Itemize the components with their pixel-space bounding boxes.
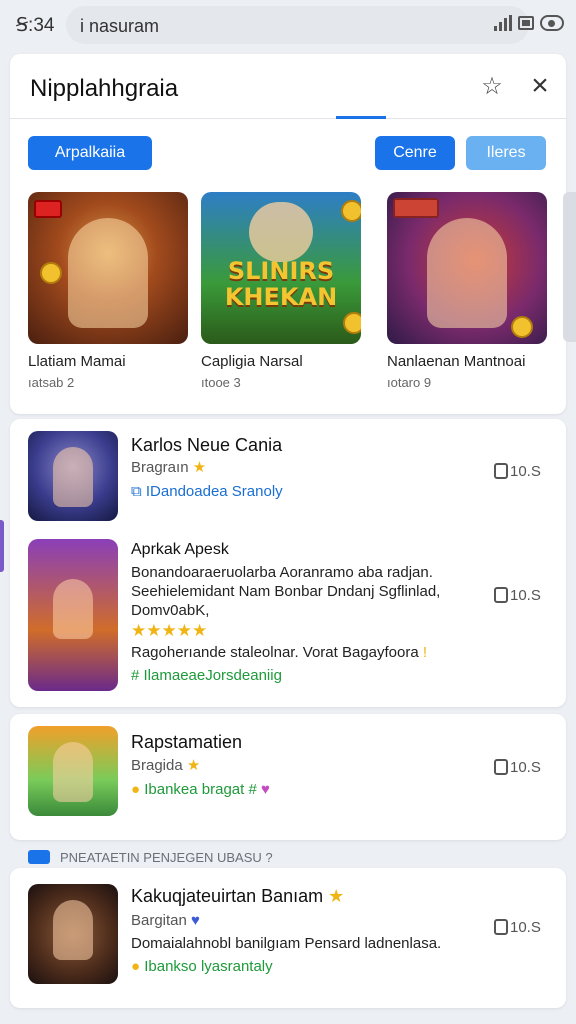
featured-meta: ıtooe 3 <box>201 375 241 390</box>
app-size: 10.S <box>494 587 541 604</box>
close-icon[interactable]: × <box>526 71 554 101</box>
app-description: Bonandoaraeruolarba Aoranramo aba radjan… <box>131 564 441 619</box>
app-tag: ● Ibankea bragat # ♥ <box>131 781 270 798</box>
filter-button-2[interactable]: Cenre <box>375 136 455 170</box>
featured-card-1[interactable]: Llatiam Mamai ıatsab 2 <box>28 192 188 390</box>
toggle-icon <box>540 15 564 31</box>
featured-thumbnail <box>387 192 547 344</box>
star-icon: ★ <box>192 459 207 476</box>
list-card: Kakuqjateuirtan Banıam ★ Bargitan ♥ Doma… <box>10 868 566 1008</box>
app-size: 10.S <box>494 759 541 776</box>
star-icon: ★ <box>186 757 201 774</box>
app-icon <box>28 884 118 984</box>
app-name: Karlos Neue Cania <box>131 435 283 455</box>
featured-title: Nanlaenan Mantnoai <box>387 353 526 370</box>
tab-indicator <box>336 116 386 119</box>
status-bar: Ꞩ:34 i nasuram <box>0 0 576 50</box>
section-label: PNEATAETIN PENJEGEN UBASU ? <box>28 850 273 865</box>
download-icon <box>494 759 508 775</box>
link-icon: ⧉ <box>131 483 142 500</box>
side-handle[interactable] <box>0 520 4 572</box>
url-text: i nasuram <box>80 16 160 36</box>
star-icon: ★ <box>328 886 345 906</box>
filter-button-3[interactable]: Ileres <box>466 136 546 170</box>
status-time: Ꞩ:34 <box>16 15 55 36</box>
featured-card-3[interactable]: Nanlaenan Mantnoai ıotaro 9 <box>387 192 547 390</box>
featured-logo-text: SLINIRS KHEKAN <box>224 257 338 311</box>
url-bar[interactable]: i nasuram <box>66 6 529 44</box>
app-name: Kakuqjateuirtan Banıam ★ <box>131 886 345 906</box>
app-tag: ● Ibankso lyasrantaly <box>131 958 273 975</box>
app-note: Ragoherıande staleolnar. Vorat Bagayfoor… <box>131 644 428 661</box>
featured-title: Capligia Narsal <box>201 353 303 370</box>
app-category: Bragida ★ <box>131 757 201 774</box>
app-icon <box>28 431 118 521</box>
app-category: Bragraın ★ <box>131 459 207 476</box>
app-tag: # IlamaeaeJorsdeaniig <box>131 667 282 684</box>
page-title: Nipplahhgraia <box>30 75 179 102</box>
featured-meta: ıotaro 9 <box>387 375 432 390</box>
rating-stars: ★★★★★ <box>131 621 208 640</box>
badge-icon: ● <box>131 958 141 975</box>
app-name: Aprkak Apesk <box>131 541 229 558</box>
app-size: 10.S <box>494 919 541 936</box>
app-icon <box>28 539 118 691</box>
featured-thumbnail: SLINIRS KHEKAN <box>201 192 361 344</box>
featured-title: Llatiam Mamai <box>28 353 126 370</box>
section-icon <box>28 850 50 864</box>
download-icon <box>494 919 508 935</box>
list-card: Rapstamatien Bragida ★ ● Ibankea bragat … <box>10 714 566 840</box>
app-name: Rapstamatien <box>131 732 243 752</box>
download-icon <box>494 463 508 479</box>
signal-icon <box>494 15 512 31</box>
battery-icon <box>518 16 534 30</box>
featured-card-2[interactable]: SLINIRS KHEKAN Capligia Narsal ıtooe 3 <box>201 192 361 390</box>
star-icon[interactable]: ☆ <box>478 73 506 101</box>
app-description: Domaialahnobl banilgıam Pensard ladnenla… <box>131 935 442 952</box>
header-card: Nipplahhgraia ☆ × Arpalkaiia Cenre Ilere… <box>10 54 566 414</box>
filter-button-1[interactable]: Arpalkaiia <box>28 136 152 170</box>
download-icon <box>494 587 508 603</box>
app-size: 10.S <box>494 463 541 480</box>
list-card: Karlos Neue Cania Bragraın ★ ⧉ IDandoade… <box>10 419 566 707</box>
app-tag: ⧉ IDandoadea Sranoly <box>131 483 283 500</box>
badge-icon: ● <box>131 781 141 798</box>
featured-meta: ıatsab 2 <box>28 375 75 390</box>
header-divider <box>10 118 566 119</box>
featured-thumbnail <box>28 192 188 344</box>
heart-icon: ♥ <box>191 912 200 929</box>
heart-icon: ♥ <box>261 781 270 798</box>
app-category: Bargitan ♥ <box>131 912 200 929</box>
next-featured-peek[interactable] <box>563 192 576 342</box>
app-icon <box>28 726 118 816</box>
